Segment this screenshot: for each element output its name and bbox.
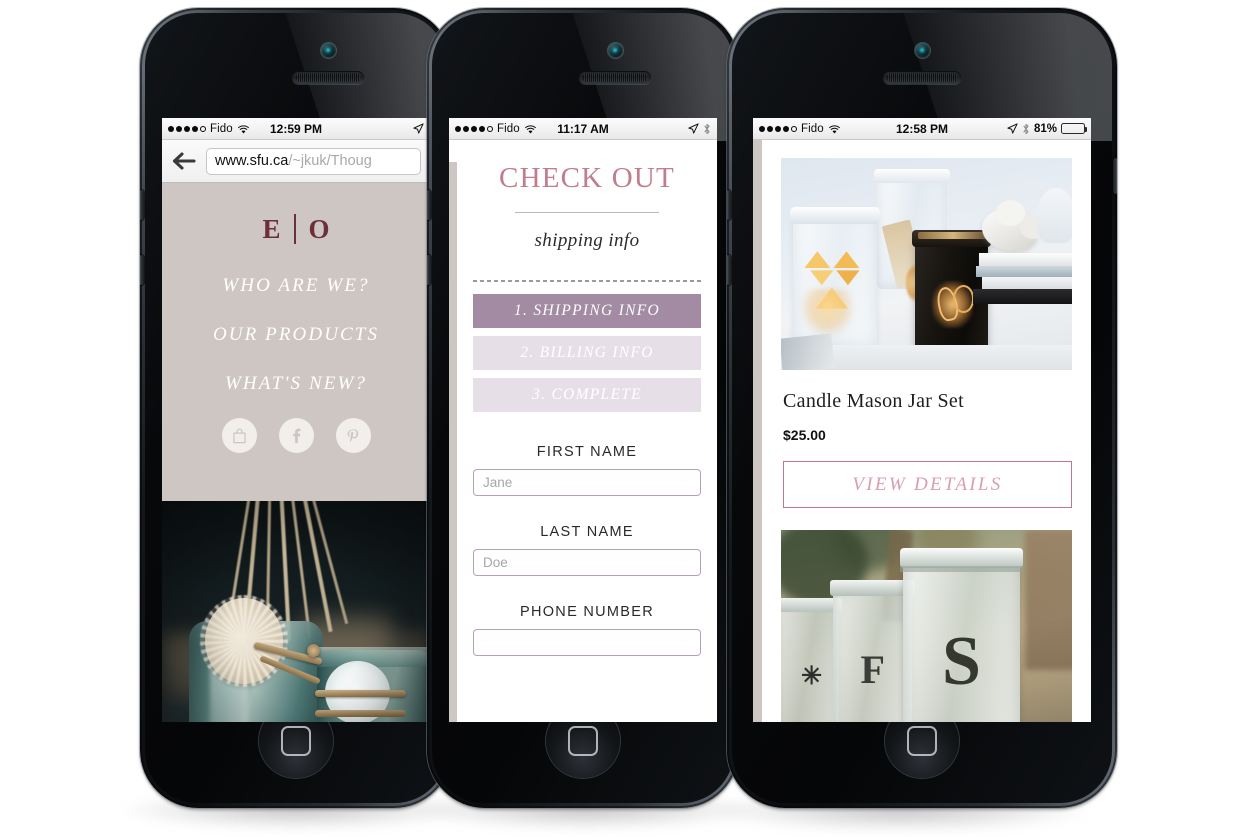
phone2-status-bar: Fido 11:17 AM bbox=[449, 118, 717, 140]
page-left-accent-strip bbox=[449, 162, 457, 722]
status-left-group: Fido bbox=[759, 123, 841, 135]
phone1-browser-bar: www.sfu.ca/~jkuk/Thoug bbox=[162, 140, 430, 183]
phone3-screen: Fido 12:58 PM 81% Candle Mason Jar Set $… bbox=[753, 118, 1091, 722]
page-left-accent-strip bbox=[753, 140, 762, 722]
phone2-volume-up-button[interactable] bbox=[427, 190, 431, 220]
back-arrow-icon[interactable] bbox=[171, 150, 197, 172]
site-logo[interactable]: E O bbox=[162, 209, 430, 249]
home-square-icon bbox=[281, 726, 311, 756]
phone-device-2: Fido 11:17 AM CHECK OUT shipping info 1.… bbox=[427, 8, 739, 808]
phone2-screen: Fido 11:17 AM CHECK OUT shipping info 1.… bbox=[449, 118, 717, 722]
signal-strength-icon bbox=[455, 125, 493, 132]
phone1-volume-up-button[interactable] bbox=[140, 190, 144, 220]
checkout-page: CHECK OUT shipping info 1. SHIPPING INFO… bbox=[449, 162, 717, 722]
battery-percent-label: 81% bbox=[1033, 122, 1057, 135]
phone1-earpiece-speaker bbox=[292, 71, 364, 84]
last-name-input[interactable]: Doe bbox=[473, 549, 701, 576]
field-last-name: LAST NAME Doe bbox=[473, 524, 701, 576]
url-input[interactable]: www.sfu.ca/~jkuk/Thoug bbox=[206, 147, 421, 175]
phone1-volume-down-button[interactable] bbox=[140, 255, 144, 285]
bluetooth-icon bbox=[1022, 123, 1030, 135]
url-host: www.sfu.ca bbox=[215, 153, 289, 169]
phone-number-input[interactable] bbox=[473, 629, 701, 656]
phone2-volume-down-button[interactable] bbox=[427, 255, 431, 285]
home-square-icon bbox=[568, 726, 598, 756]
signal-strength-icon bbox=[168, 125, 206, 132]
field-phone-number: PHONE NUMBER bbox=[473, 604, 701, 656]
location-arrow-icon bbox=[688, 123, 699, 134]
nav-links: WHO ARE WE? OUR PRODUCTS WHAT'S NEW? bbox=[162, 275, 430, 395]
phone3-camera-icon bbox=[915, 43, 930, 58]
bluetooth-icon bbox=[703, 123, 711, 135]
status-left-group: Fido bbox=[455, 123, 537, 135]
social-links bbox=[162, 418, 430, 453]
carrier-label: Fido bbox=[801, 122, 824, 135]
title-divider bbox=[515, 212, 659, 213]
first-name-label: FIRST NAME bbox=[536, 444, 638, 460]
signal-strength-icon bbox=[759, 125, 797, 132]
phone1-camera-icon bbox=[321, 43, 336, 58]
status-right-group bbox=[413, 123, 424, 134]
product-price: $25.00 bbox=[783, 427, 826, 443]
wifi-icon bbox=[237, 124, 250, 134]
product-page: Candle Mason Jar Set $25.00 VIEW DETAILS bbox=[753, 140, 1091, 722]
facebook-icon[interactable] bbox=[278, 418, 314, 453]
product-image[interactable] bbox=[781, 158, 1072, 370]
phone2-camera-icon bbox=[608, 43, 623, 58]
logo-divider bbox=[293, 214, 296, 244]
first-name-input[interactable]: Jane bbox=[473, 469, 701, 496]
phone3-status-bar: Fido 12:58 PM 81% bbox=[753, 118, 1091, 140]
carrier-label: Fido bbox=[210, 122, 233, 135]
status-right-group bbox=[688, 123, 711, 135]
view-details-button[interactable]: VIEW DETAILS bbox=[783, 461, 1072, 508]
site-nav-pane: E O WHO ARE WE? OUR PRODUCTS WHAT'S NEW? bbox=[162, 183, 430, 501]
field-first-name: FIRST NAME Jane bbox=[473, 444, 701, 496]
home-square-icon bbox=[907, 726, 937, 756]
mockup-stage: Fido 12:59 PM www.sfu.ca /~jkuk/Thoug E … bbox=[0, 0, 1240, 837]
wifi-icon bbox=[524, 124, 537, 134]
last-name-label: LAST NAME bbox=[540, 524, 634, 540]
nav-item-who-are-we[interactable]: WHO ARE WE? bbox=[162, 275, 430, 297]
product-content: Candle Mason Jar Set $25.00 VIEW DETAILS bbox=[753, 140, 1091, 722]
phone1-status-bar: Fido 12:59 PM bbox=[162, 118, 430, 140]
page-title: CHECK OUT bbox=[499, 162, 675, 194]
pinterest-icon[interactable] bbox=[335, 418, 371, 453]
phone2-earpiece-speaker bbox=[579, 71, 651, 84]
hero-photo bbox=[162, 501, 430, 722]
location-arrow-icon bbox=[413, 123, 424, 134]
checkout-content: CHECK OUT shipping info 1. SHIPPING INFO… bbox=[449, 162, 717, 656]
phone3-earpiece-speaker bbox=[883, 71, 961, 84]
phone3-power-button[interactable] bbox=[1113, 158, 1117, 194]
location-arrow-icon bbox=[1007, 123, 1018, 134]
product-name: Candle Mason Jar Set bbox=[783, 390, 964, 412]
phone-device-1: Fido 12:59 PM www.sfu.ca /~jkuk/Thoug E … bbox=[140, 8, 452, 808]
status-right-group: 81% bbox=[1007, 122, 1087, 135]
carrier-label: Fido bbox=[497, 122, 520, 135]
step-shipping-info[interactable]: 1. SHIPPING INFO bbox=[473, 294, 701, 328]
phone1-screen: Fido 12:59 PM www.sfu.ca /~jkuk/Thoug E … bbox=[162, 118, 430, 722]
phone3-volume-down-button[interactable] bbox=[727, 255, 731, 285]
url-path: /~jkuk/Thoug bbox=[288, 153, 372, 169]
nav-item-our-products[interactable]: OUR PRODUCTS bbox=[162, 324, 430, 346]
phone-device-3: Fido 12:58 PM 81% Candle Mason Jar Set $… bbox=[727, 8, 1117, 808]
step-billing-info[interactable]: 2. BILLING INFO bbox=[473, 336, 701, 370]
phone3-volume-up-button[interactable] bbox=[727, 190, 731, 220]
page-subtitle: shipping info bbox=[534, 230, 640, 251]
nav-item-whats-new[interactable]: WHAT'S NEW? bbox=[162, 373, 430, 395]
battery-icon bbox=[1061, 123, 1087, 134]
dashed-divider bbox=[473, 280, 701, 282]
step-complete[interactable]: 3. COMPLETE bbox=[473, 378, 701, 412]
logo-letter-e: E bbox=[262, 213, 281, 244]
phone-number-label: PHONE NUMBER bbox=[519, 604, 655, 620]
next-product-image[interactable]: ✳ F S bbox=[781, 530, 1072, 722]
checkout-steps: 1. SHIPPING INFO 2. BILLING INFO 3. COMP… bbox=[473, 294, 701, 412]
hero-photo-composition bbox=[162, 501, 430, 722]
wifi-icon bbox=[828, 124, 841, 134]
logo-letter-o: O bbox=[308, 213, 330, 244]
shopping-bag-icon[interactable] bbox=[221, 418, 257, 453]
shipping-form: FIRST NAME Jane LAST NAME Doe PHONE NUMB… bbox=[473, 444, 701, 656]
status-left-group: Fido bbox=[168, 123, 250, 135]
